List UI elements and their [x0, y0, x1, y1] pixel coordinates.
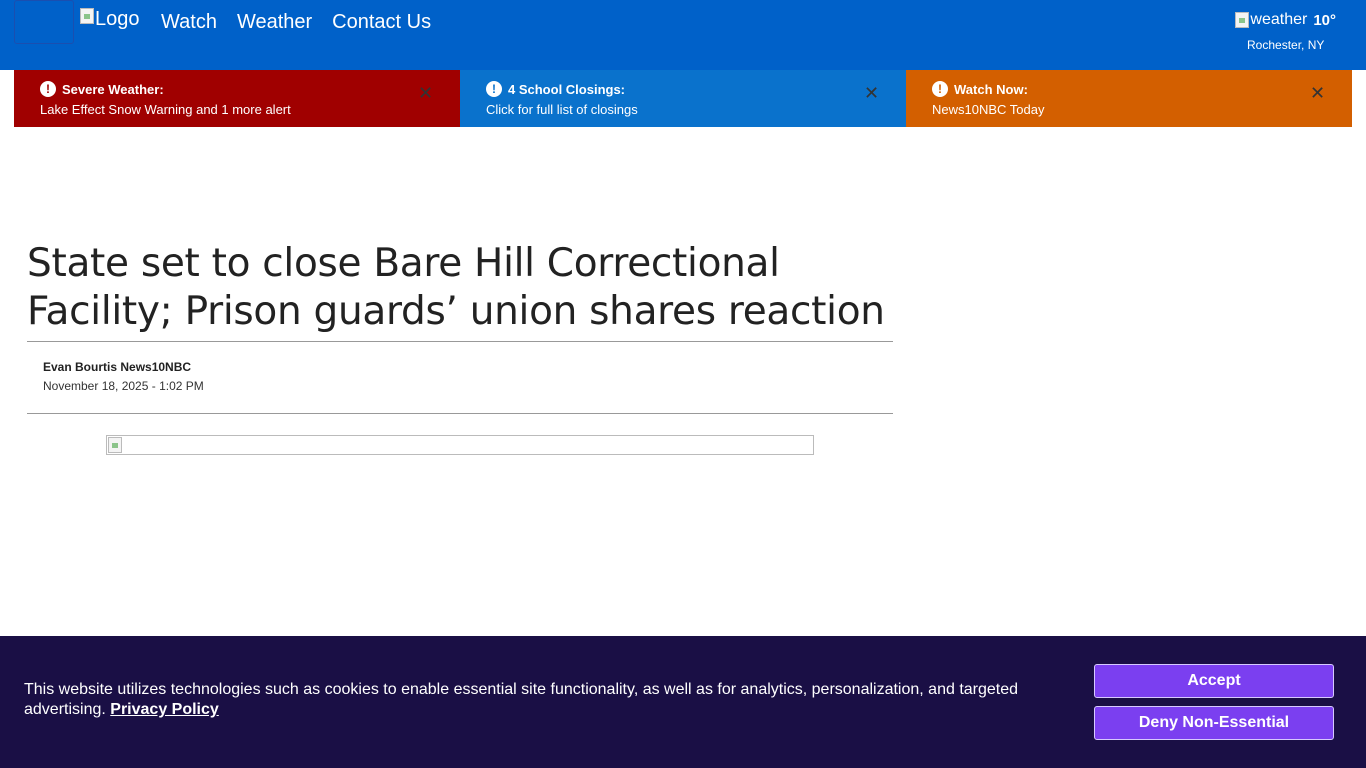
alert-school-closings[interactable]: ! 4 School Closings: Click for full list… — [460, 70, 906, 127]
alert-title: 4 School Closings: — [508, 81, 626, 97]
alert-watch-now[interactable]: ! Watch Now: News10NBC Today ✕ — [906, 70, 1352, 127]
menu-button[interactable] — [14, 0, 74, 44]
nav-weather[interactable]: Weather — [237, 11, 312, 34]
exclamation-icon: ! — [932, 81, 948, 97]
nav-watch[interactable]: Watch — [161, 11, 217, 34]
author-name[interactable]: Evan Bourtis News10NBC — [43, 360, 204, 374]
weather-location: Rochester, NY — [1247, 38, 1325, 52]
weather-widget[interactable]: weather 10° Rochester, NY — [1235, 11, 1336, 52]
exclamation-icon: ! — [40, 81, 56, 97]
logo-alt-text: Logo — [95, 8, 140, 30]
exclamation-icon: ! — [486, 81, 502, 97]
cookie-message: This website utilizes technologies such … — [24, 680, 1034, 720]
deny-non-essential-button[interactable]: Deny Non-Essential — [1094, 706, 1334, 740]
alert-text: Lake Effect Snow Warning and 1 more aler… — [40, 102, 291, 117]
site-header: Logo Watch Weather Contact Us weather 10… — [0, 0, 1366, 70]
alert-title: Watch Now: — [954, 81, 1028, 97]
alert-severe-weather[interactable]: ! Severe Weather: Lake Effect Snow Warni… — [14, 70, 460, 127]
main-nav: Watch Weather Contact Us — [161, 11, 431, 34]
site-logo[interactable]: Logo — [80, 8, 140, 31]
broken-image-icon — [80, 8, 94, 24]
alert-bar: ! Severe Weather: Lake Effect Snow Warni… — [14, 70, 1352, 127]
alert-title: Severe Weather: — [62, 81, 164, 97]
byline: Evan Bourtis News10NBC November 18, 2025… — [43, 360, 204, 393]
broken-image-icon — [108, 437, 122, 453]
weather-icon — [1235, 12, 1250, 28]
article-image — [106, 435, 814, 455]
close-icon[interactable]: ✕ — [1310, 84, 1325, 102]
weather-temp: 10° — [1313, 11, 1336, 29]
divider — [27, 341, 893, 342]
privacy-policy-link[interactable]: Privacy Policy — [110, 701, 219, 718]
divider — [27, 413, 893, 414]
close-icon[interactable]: ✕ — [418, 84, 433, 102]
weather-icon-alt: weather — [1250, 11, 1308, 28]
close-icon[interactable]: ✕ — [864, 84, 879, 102]
publish-date: November 18, 2025 - 1:02 PM — [43, 379, 204, 393]
alert-text: Click for full list of closings — [486, 102, 638, 117]
article-headline: State set to close Bare Hill Correctiona… — [27, 241, 885, 334]
accept-button[interactable]: Accept — [1094, 664, 1334, 698]
nav-contact-us[interactable]: Contact Us — [332, 11, 431, 34]
cookie-banner: This website utilizes technologies such … — [0, 636, 1366, 768]
alert-text: News10NBC Today — [932, 102, 1045, 117]
